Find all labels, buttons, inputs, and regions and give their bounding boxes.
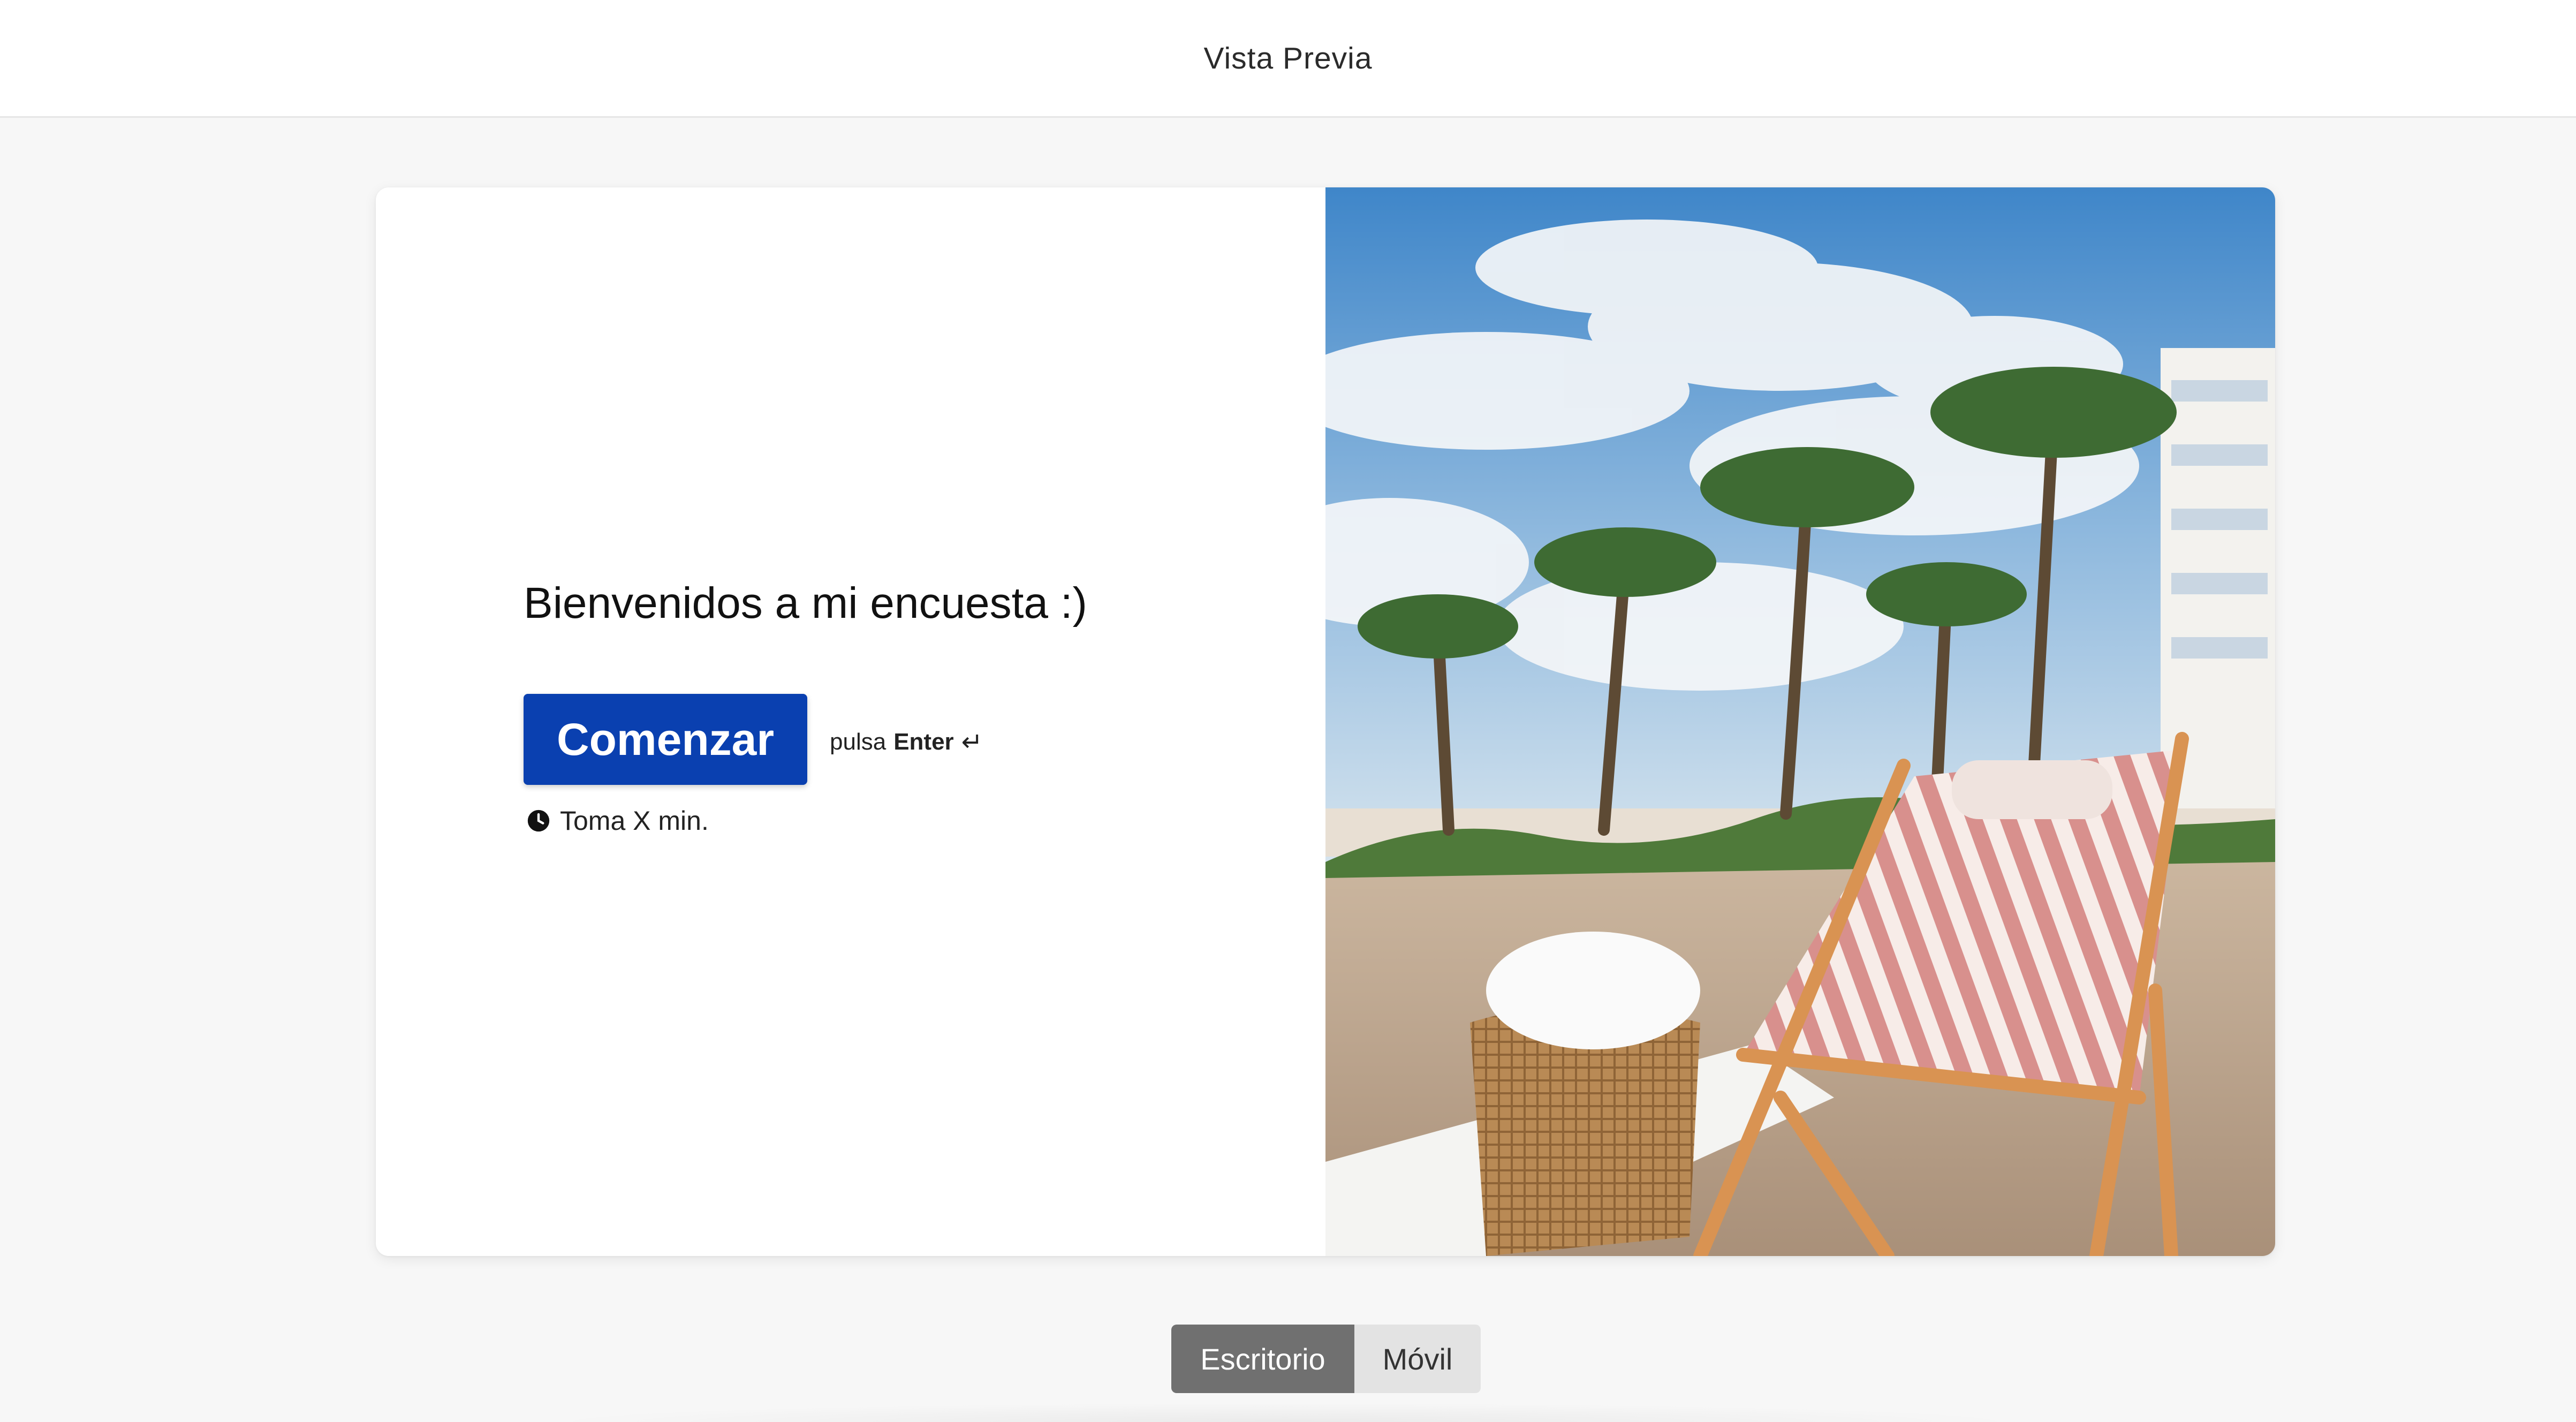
- preview-header: Vista Previa: [0, 0, 2576, 118]
- bottom-shadow: [535, 1403, 2034, 1422]
- start-button[interactable]: Comenzar: [524, 694, 807, 785]
- enter-hint: pulsa Enter ↵: [830, 727, 983, 757]
- return-key-icon: ↵: [961, 728, 983, 757]
- survey-preview-card: Bienvenidos a mi encuesta :) Comenzar pu…: [376, 187, 2275, 1256]
- duration-info: Toma X min.: [527, 805, 709, 836]
- page-title: Vista Previa: [1203, 41, 1373, 75]
- welcome-image: [1325, 187, 2275, 1256]
- mobile-view-toggle[interactable]: Móvil: [1354, 1325, 1481, 1393]
- desktop-view-toggle[interactable]: Escritorio: [1171, 1325, 1354, 1393]
- welcome-panel: Bienvenidos a mi encuesta :) Comenzar pu…: [376, 187, 1325, 1256]
- clock-icon: [527, 810, 550, 832]
- duration-text: Toma X min.: [560, 806, 709, 836]
- enter-hint-key: Enter: [893, 729, 954, 755]
- enter-hint-prefix: pulsa: [830, 729, 887, 755]
- welcome-heading: Bienvenidos a mi encuesta :): [524, 579, 1087, 627]
- beach-chair-image: [1325, 187, 2275, 1256]
- device-toggle: Escritorio Móvil: [1171, 1325, 1481, 1393]
